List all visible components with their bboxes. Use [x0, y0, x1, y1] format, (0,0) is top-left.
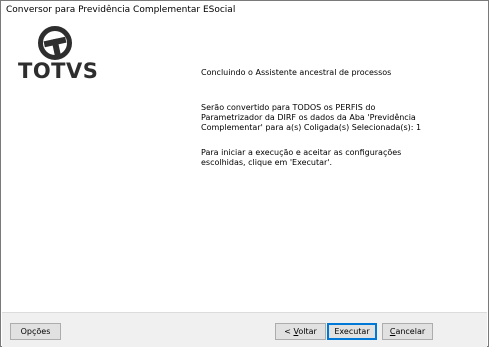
- cancel-button-label: ancelar: [395, 327, 426, 336]
- options-button[interactable]: Opções: [10, 323, 61, 340]
- wizard-window: Conversor para Previdência Complementar …: [0, 0, 489, 347]
- execute-button-label: Executar: [334, 327, 370, 336]
- back-button-label: oltar: [298, 327, 317, 336]
- options-button-label: Opções: [20, 327, 51, 336]
- window-title: Conversor para Previdência Complementar …: [6, 5, 236, 15]
- wizard-content: TOTVS Concluindo o Assistente ancestral …: [2, 23, 487, 312]
- wizard-heading: Concluindo o Assistente ancestral de pro…: [201, 68, 392, 77]
- button-bar: Opções < Voltar Executar Cancelar: [2, 312, 487, 347]
- execute-button[interactable]: Executar: [327, 323, 377, 340]
- cancel-button[interactable]: Cancelar: [382, 323, 433, 340]
- totvs-logo-icon: [38, 26, 72, 60]
- logo-wordmark: TOTVS: [18, 59, 99, 83]
- title-bar: Conversor para Previdência Complementar …: [1, 1, 488, 23]
- instruction-text: Para iniciar a execução e aceitar as con…: [201, 148, 402, 167]
- back-button[interactable]: < Voltar: [275, 323, 326, 340]
- totvs-logo: TOTVS: [18, 26, 99, 86]
- summary-text: Serão convertido para TODOS os PERFIS do…: [201, 103, 422, 132]
